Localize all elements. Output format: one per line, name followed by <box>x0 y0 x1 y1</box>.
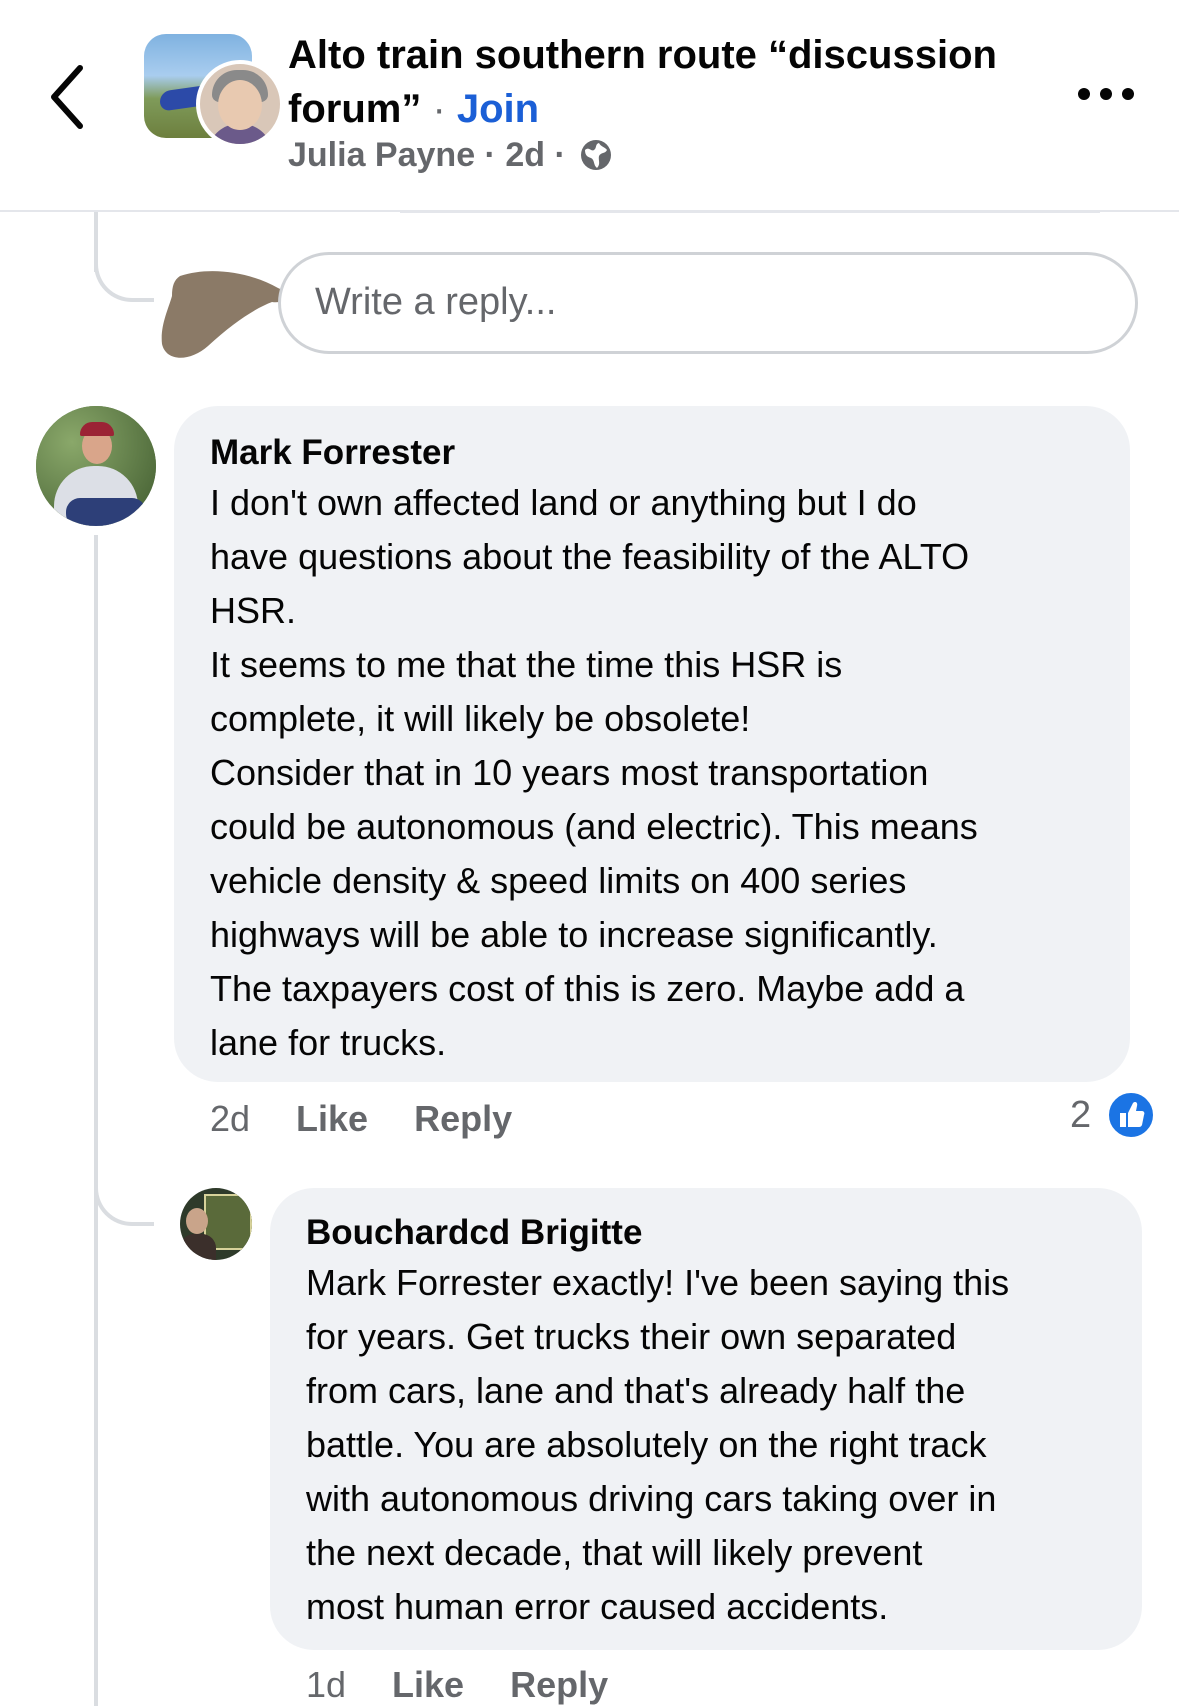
comment-line: HSR. <box>210 590 297 631</box>
comment-line: battle. You are absolutely on the right … <box>306 1424 987 1465</box>
post-header: Alto train southern route “discussion fo… <box>0 0 1179 212</box>
post-meta: Julia Payne · 2d · <box>288 136 613 181</box>
comment-bubble: Bouchardcd Brigitte Mark Forrester exact… <box>270 1188 1142 1650</box>
comment-line: highways will be able to increase signif… <box>210 914 938 955</box>
reply-input[interactable]: Write a reply... <box>278 252 1138 354</box>
comment-age[interactable]: 1d <box>306 1664 346 1705</box>
reply-button[interactable]: Reply <box>414 1098 512 1139</box>
comment-line: vehicle density & speed limits on 400 se… <box>210 860 907 901</box>
thread-connector <box>94 1160 154 1226</box>
comment-line: lane for trucks. <box>210 1022 447 1063</box>
comment-line: I don't own affected land or anything bu… <box>210 482 917 523</box>
comment-text: Mark Forrester exactly! I've been saying… <box>306 1256 1106 1634</box>
comment-actions: 2d Like Reply <box>210 1098 558 1140</box>
comment-line: could be autonomous (and electric). This… <box>210 806 978 847</box>
thread-connector <box>94 236 154 302</box>
divider <box>400 211 1100 213</box>
comment-author[interactable]: Bouchardcd Brigitte <box>306 1210 1106 1256</box>
comment-line: The taxpayers cost of this is zero. Mayb… <box>210 968 965 1009</box>
reply-placeholder: Write a reply... <box>315 281 557 323</box>
comment-age[interactable]: 2d <box>210 1098 250 1139</box>
comment-text: I don't own affected land or anything bu… <box>210 476 1094 1070</box>
join-button[interactable]: Join <box>457 87 539 131</box>
thumbs-up-icon[interactable] <box>1106 1090 1156 1140</box>
comment-actions: 1d Like Reply <box>306 1664 654 1706</box>
comment-line: for years. Get trucks their own separate… <box>306 1316 957 1357</box>
like-button[interactable]: Like <box>296 1098 368 1139</box>
avatar[interactable] <box>196 60 284 148</box>
thread-line <box>94 535 98 1706</box>
comment-line: have questions about the feasibility of … <box>210 536 970 577</box>
author-name[interactable]: Julia Payne <box>288 136 475 174</box>
more-horizontal-icon[interactable] <box>1076 82 1136 106</box>
avatar[interactable] <box>180 1188 252 1260</box>
reaction-count[interactable]: 2 <box>1070 1094 1091 1137</box>
like-button[interactable]: Like <box>392 1664 464 1705</box>
comment-line: from cars, lane and that's already half … <box>306 1370 966 1411</box>
chevron-left-icon[interactable] <box>48 62 88 132</box>
comment-author[interactable]: Mark Forrester <box>210 430 1094 476</box>
comment-line: the next decade, that will likely preven… <box>306 1532 923 1573</box>
comment-line: It seems to me that the time this HSR is <box>210 644 843 685</box>
comment-line: with autonomous driving cars taking over… <box>306 1478 997 1519</box>
avatar <box>160 266 294 370</box>
post-age[interactable]: 2d <box>505 136 545 174</box>
group-name[interactable]: Alto train southern route “discussion fo… <box>288 33 997 131</box>
comment-bubble: Mark Forrester I don't own affected land… <box>174 406 1130 1082</box>
title-separator: · <box>421 87 457 131</box>
comment-line: Consider that in 10 years most transport… <box>210 752 929 793</box>
meta-dot: · <box>475 136 506 174</box>
comment-line: most human error caused accidents. <box>306 1586 889 1627</box>
globe-icon <box>579 138 613 181</box>
meta-dot: · <box>545 136 576 174</box>
comment-line: Mark Forrester exactly! I've been saying… <box>306 1262 1010 1303</box>
comment-line: complete, it will likely be obsolete! <box>210 698 751 739</box>
group-title[interactable]: Alto train southern route “discussion fo… <box>288 28 1008 136</box>
reply-button[interactable]: Reply <box>510 1664 608 1705</box>
avatar[interactable] <box>36 406 156 526</box>
